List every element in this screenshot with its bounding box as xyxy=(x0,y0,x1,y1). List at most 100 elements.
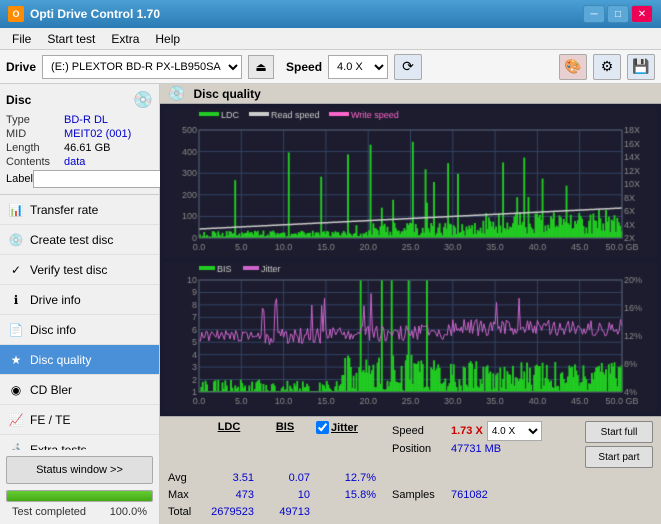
speed-value: 1.73 X xyxy=(451,425,483,437)
mid-key: MID xyxy=(6,128,64,140)
menu-extra[interactable]: Extra xyxy=(103,30,147,48)
total-label: Total xyxy=(168,504,198,520)
sidebar-item-transfer-rate-label: Transfer rate xyxy=(30,203,98,217)
sidebar-item-disc-quality[interactable]: ★ Disc quality xyxy=(0,345,159,375)
disc-info-icon: 📄 xyxy=(8,322,24,338)
top-chart-canvas xyxy=(164,108,657,258)
sidebar-item-verify-test-disc-label: Verify test disc xyxy=(30,263,107,277)
sidebar-item-extra-tests[interactable]: 🔬 Extra tests xyxy=(0,435,159,450)
sidebar-item-transfer-rate[interactable]: 📊 Transfer rate xyxy=(0,195,159,225)
bottom-chart xyxy=(164,262,657,412)
jitter-label: Jitter xyxy=(331,422,358,434)
contents-value: data xyxy=(64,156,153,168)
close-button[interactable]: ✕ xyxy=(631,5,653,23)
progress-label: 100.0% xyxy=(110,506,147,518)
sidebar-item-drive-info-label: Drive info xyxy=(30,293,81,307)
start-full-button[interactable]: Start full xyxy=(585,421,653,443)
window-controls: ─ □ ✕ xyxy=(583,5,653,23)
color-button[interactable]: 🎨 xyxy=(559,54,587,80)
sidebar-item-disc-quality-label: Disc quality xyxy=(30,353,91,367)
menu-start-test[interactable]: Start test xyxy=(39,30,103,48)
bis-avg: 0.07 xyxy=(260,470,310,486)
app-icon: O xyxy=(8,6,24,22)
samples-value: 761082 xyxy=(451,489,488,501)
sidebar-item-fe-te-label: FE / TE xyxy=(30,413,70,427)
save-button[interactable]: 💾 xyxy=(627,54,655,80)
drive-label: Drive xyxy=(6,60,36,74)
status-window-button[interactable]: Status window >> xyxy=(6,456,153,484)
sidebar-item-cd-bler[interactable]: ◉ CD Bler xyxy=(0,375,159,405)
disc-header-label: Disc xyxy=(6,93,31,107)
extra-tests-icon: 🔬 xyxy=(8,442,24,451)
sidebar-item-create-test-disc[interactable]: 💿 Create test disc xyxy=(0,225,159,255)
start-part-button[interactable]: Start part xyxy=(585,446,653,468)
ldc-avg: 3.51 xyxy=(204,470,254,486)
maximize-button[interactable]: □ xyxy=(607,5,629,23)
ldc-max: 473 xyxy=(204,487,254,503)
speed-label: Speed xyxy=(392,425,447,437)
type-value: BD-R DL xyxy=(64,114,153,126)
contents-key: Contents xyxy=(6,156,64,168)
menu-file[interactable]: File xyxy=(4,30,39,48)
jitter-max: 15.8% xyxy=(316,487,376,503)
settings-button[interactable]: ⚙ xyxy=(593,54,621,80)
menu-help[interactable]: Help xyxy=(147,30,188,48)
jitter-checkbox[interactable] xyxy=(316,421,329,434)
ldc-total: 2679523 xyxy=(204,504,254,520)
type-key: Type xyxy=(6,114,64,126)
position-value: 47731 MB xyxy=(451,443,501,455)
sidebar-item-verify-test-disc[interactable]: ✓ Verify test disc xyxy=(0,255,159,285)
main-layout: Disc 💿 Type BD-R DL MID MEIT02 (001) Len… xyxy=(0,84,661,524)
fe-te-icon: 📈 xyxy=(8,412,24,428)
chart-title: Disc quality xyxy=(193,87,260,101)
drive-selector[interactable]: (E:) PLEXTOR BD-R PX-LB950SA 1.06 xyxy=(42,55,242,79)
minimize-button[interactable]: ─ xyxy=(583,5,605,23)
transfer-rate-icon: 📊 xyxy=(8,202,24,218)
samples-label: Samples xyxy=(392,489,447,501)
top-chart xyxy=(164,108,657,258)
app-title: Opti Drive Control 1.70 xyxy=(30,7,160,21)
avg-label: Avg xyxy=(168,470,198,486)
status-progress-bar xyxy=(6,490,153,502)
bis-max: 10 xyxy=(260,487,310,503)
content-area: 💿 Disc quality LDC xyxy=(160,84,661,524)
eject-button[interactable]: ⏏ xyxy=(248,55,274,79)
chart-header-icon: 💿 xyxy=(168,85,185,102)
disc-panel: Disc 💿 Type BD-R DL MID MEIT02 (001) Len… xyxy=(0,84,159,195)
progress-fill xyxy=(7,491,152,501)
refresh-button[interactable]: ⟳ xyxy=(394,54,422,80)
bis-col-header: BIS xyxy=(260,421,310,433)
jitter-col-header: Jitter xyxy=(316,421,376,434)
verify-test-disc-icon: ✓ xyxy=(8,262,24,278)
ldc-col-header: LDC xyxy=(204,421,254,433)
sidebar-item-disc-info[interactable]: 📄 Disc info xyxy=(0,315,159,345)
disc-icon: 💿 xyxy=(133,90,153,110)
length-value: 46.61 GB xyxy=(64,142,153,154)
sidebar-item-create-test-disc-label: Create test disc xyxy=(30,233,113,247)
mid-value: MEIT02 (001) xyxy=(64,128,153,140)
cd-bler-icon: ◉ xyxy=(8,382,24,398)
speed-dropdown[interactable]: 4.0 X xyxy=(487,421,542,441)
stats-panel: LDC BIS Jitter xyxy=(160,416,661,524)
bottom-chart-canvas xyxy=(164,262,657,412)
charts-container xyxy=(160,104,661,416)
jitter-avg: 12.7% xyxy=(316,470,376,486)
disc-quality-icon: ★ xyxy=(8,352,24,368)
drive-info-icon: ℹ xyxy=(8,292,24,308)
sidebar-item-fe-te[interactable]: 📈 FE / TE xyxy=(0,405,159,435)
title-bar: O Opti Drive Control 1.70 ─ □ ✕ xyxy=(0,0,661,28)
status-section: Status window >> Test completed 100.0% xyxy=(0,450,159,524)
status-text: Test completed xyxy=(12,506,86,518)
menu-bar: File Start test Extra Help xyxy=(0,28,661,50)
chart-header: 💿 Disc quality xyxy=(160,84,661,104)
position-label: Position xyxy=(392,443,447,455)
jitter-total xyxy=(316,504,376,520)
speed-label: Speed xyxy=(286,60,322,74)
toolbar: Drive (E:) PLEXTOR BD-R PX-LB950SA 1.06 … xyxy=(0,50,661,84)
sidebar-item-drive-info[interactable]: ℹ Drive info xyxy=(0,285,159,315)
label-key: Label xyxy=(6,173,33,185)
label-input[interactable] xyxy=(33,170,171,188)
create-test-disc-icon: 💿 xyxy=(8,232,24,248)
speed-selector[interactable]: 4.0 X 2.0 X 1.0 X xyxy=(328,55,388,79)
nav-items: 📊 Transfer rate 💿 Create test disc ✓ Ver… xyxy=(0,195,159,450)
